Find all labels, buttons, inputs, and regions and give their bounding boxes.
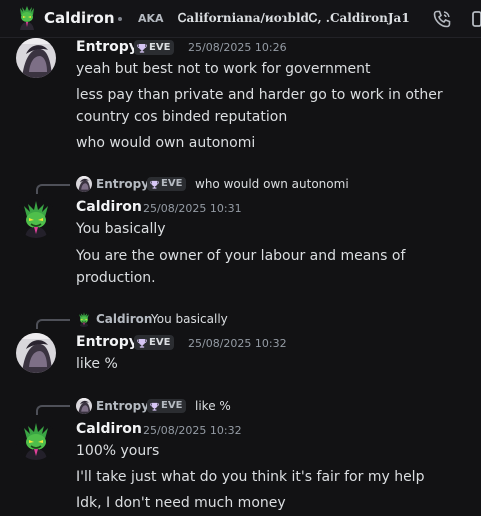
author-name[interactable]: Entropy	[76, 39, 138, 55]
trophy-icon	[150, 402, 159, 411]
trophy-icon	[150, 180, 159, 189]
role-badge-label: EVE	[149, 42, 171, 53]
author-name[interactable]: Caldiron	[76, 199, 142, 215]
caldiron-avatar[interactable]	[16, 420, 56, 460]
message-text: who would own autonomi	[76, 135, 256, 151]
message-text: You basically	[76, 221, 166, 237]
alias-text: Ꮯaliforniana/ᴎoɿbldᏟ, .CaldironJa1	[178, 11, 410, 25]
reply-preview[interactable]: You basically	[151, 312, 228, 326]
reply-author[interactable]: Entropy	[96, 399, 149, 413]
message-text: yeah but best not to work for government	[76, 61, 371, 77]
dm-window: Caldiron AKA Ꮯaliforniana/ᴎoɿbldᏟ, .Cald…	[0, 0, 481, 516]
message-text: country cos binded reputation	[76, 109, 288, 125]
message-text: I'll take just what do you think it's fa…	[76, 469, 425, 485]
message-text: Idk, I don't need much money	[76, 495, 286, 511]
entropy-avatar[interactable]	[16, 333, 56, 373]
role-badge: EVE	[134, 335, 175, 350]
trophy-icon	[137, 43, 147, 53]
caldiron-avatar[interactable]	[76, 311, 92, 327]
message-text: less pay than private and harder go to w…	[76, 87, 443, 103]
reply-role-badge: EVE	[147, 177, 187, 191]
trophy-icon	[137, 338, 147, 348]
reply-preview[interactable]: like %	[195, 399, 231, 413]
channel-name[interactable]: Caldiron	[44, 9, 115, 27]
reply-spine	[36, 405, 70, 415]
role-badge-label: EVE	[149, 337, 171, 348]
reply-preview[interactable]: who would own autonomi	[195, 177, 349, 191]
reply-role-badge-label: EVE	[161, 178, 183, 189]
timestamp: 25/08/2025 10:31	[143, 202, 242, 215]
role-badge: EVE	[134, 40, 175, 55]
more-icon[interactable]	[472, 11, 481, 27]
caldiron-avatar[interactable]	[16, 198, 56, 238]
timestamp: 25/08/2025 10:26	[188, 41, 287, 54]
author-name[interactable]: Caldiron	[76, 421, 142, 437]
reply-role-badge-label: EVE	[161, 400, 183, 411]
separator-dot	[118, 17, 122, 21]
reply-author[interactable]: Entropy	[96, 177, 149, 191]
phone-call-icon[interactable]	[432, 9, 452, 29]
reply-role-badge: EVE	[147, 399, 187, 413]
entropy-avatar[interactable]	[76, 176, 92, 192]
message-text: production.	[76, 270, 156, 286]
reply-spine	[36, 319, 70, 329]
timestamp: 25/08/2025 10:32	[188, 337, 287, 350]
message-text: like %	[76, 356, 118, 372]
timestamp: 25/08/2025 10:32	[143, 424, 242, 437]
message-text: You are the owner of your labour and mea…	[76, 248, 406, 264]
channel-header: Caldiron AKA Ꮯaliforniana/ᴎoɿbldᏟ, .Cald…	[0, 0, 481, 38]
caldiron-avatar-icon[interactable]	[16, 6, 38, 30]
reply-spine	[36, 184, 70, 194]
entropy-avatar[interactable]	[76, 398, 92, 414]
author-name[interactable]: Entropy	[76, 334, 138, 350]
message-text: 100% yours	[76, 443, 160, 459]
aka-label: AKA	[138, 12, 164, 25]
entropy-avatar[interactable]	[16, 38, 56, 78]
reply-author[interactable]: Caldiron	[96, 312, 152, 326]
